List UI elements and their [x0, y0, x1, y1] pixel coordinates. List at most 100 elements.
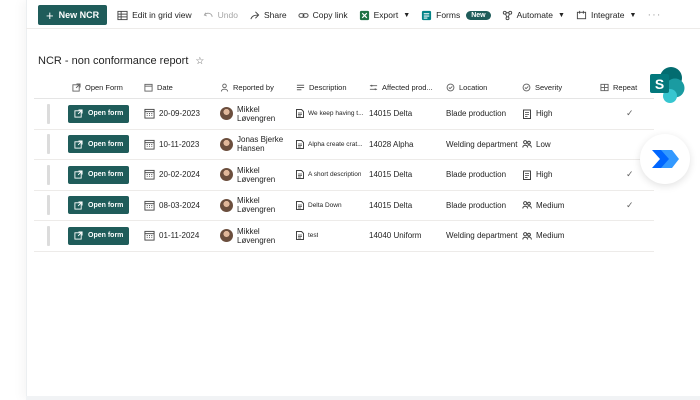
column-header-location[interactable]: Location	[446, 83, 522, 92]
description-value: Alpha create crat...	[308, 140, 363, 148]
row-selector-handle[interactable]	[46, 195, 50, 216]
affected-product-value: 14015 Delta	[369, 109, 413, 119]
forms-label: Forms	[436, 10, 461, 20]
export-button[interactable]: Export ▼	[359, 10, 411, 21]
rows-container: Open form 20-09-2023 Mikkel Løvengren We…	[34, 99, 654, 252]
open-form-label: Open form	[88, 110, 124, 118]
open-form-button[interactable]: Open form	[68, 104, 129, 123]
list-title: NCR - non conformance report	[38, 55, 189, 67]
more-options-button[interactable]: ···	[647, 9, 661, 21]
row-select[interactable]	[34, 195, 68, 216]
integrate-button[interactable]: Integrate ▼	[576, 10, 637, 21]
avatar	[220, 107, 233, 121]
row-select[interactable]	[34, 134, 68, 155]
column-label: Severity	[535, 83, 563, 92]
chevron-down-icon: ▼	[403, 11, 411, 19]
plus-icon: +	[46, 7, 54, 23]
ncr-list: Open Form Date Reported by Description A…	[34, 77, 654, 252]
table-row[interactable]: Open form 08-03-2024 Mikkel Løvengren De…	[34, 191, 654, 221]
severity-value: Medium	[536, 231, 565, 241]
document-icon	[296, 109, 304, 119]
row-select[interactable]	[34, 164, 68, 185]
open-form-cell: Open form	[68, 165, 144, 184]
open-form-button[interactable]: Open form	[68, 135, 129, 154]
excel-icon	[359, 10, 369, 20]
location-value: Blade production	[446, 170, 507, 180]
table-row[interactable]: Open form 10-11-2023 Jonas Bjerke Hansen…	[34, 130, 654, 160]
svg-text:S: S	[655, 76, 664, 92]
date-value: 20-09-2023	[159, 109, 200, 119]
table-row[interactable]: Open form 20-09-2023 Mikkel Løvengren We…	[34, 99, 654, 130]
affected-product-cell: 14015 Delta	[369, 201, 446, 210]
column-header-affected-product[interactable]: Affected prod...	[369, 83, 446, 92]
sharepoint-icon: S	[649, 66, 685, 104]
reporter-name[interactable]: Jonas Bjerke Hansen	[237, 135, 296, 153]
copy-link-button[interactable]: Copy link	[298, 10, 348, 21]
checkmark-icon: ✓	[626, 108, 634, 119]
reporter-name[interactable]: Mikkel Løvengren	[237, 166, 296, 184]
calendar-icon	[144, 139, 155, 150]
table-row[interactable]: Open form 20-02-2024 Mikkel Løvengren A …	[34, 160, 654, 191]
row-selector-handle[interactable]	[46, 225, 50, 246]
open-form-button[interactable]: Open form	[68, 165, 129, 184]
chevron-down-icon: ▼	[629, 11, 637, 19]
description-value: We keep having t...	[308, 110, 364, 118]
new-ncr-button[interactable]: + New NCR	[38, 5, 108, 25]
column-header-date[interactable]: Date	[144, 83, 220, 92]
toolbar-divider	[26, 28, 700, 29]
row-selector-handle[interactable]	[46, 103, 50, 124]
severity-cell: Medium	[522, 231, 600, 241]
people-icon	[522, 200, 532, 210]
severity-value: Medium	[536, 200, 565, 210]
power-automate-icon	[640, 134, 690, 184]
avatar	[220, 229, 233, 243]
forms-button[interactable]: Forms New	[421, 10, 491, 21]
automate-button[interactable]: Automate ▼	[502, 10, 565, 21]
reported-by-cell: Mikkel Løvengren	[220, 227, 296, 245]
edit-grid-button[interactable]: Edit in grid view	[117, 10, 192, 21]
description-cell: Delta Down	[296, 200, 369, 210]
affected-product-value: 14015 Delta	[369, 200, 413, 210]
location-cell: Blade production	[446, 170, 522, 179]
open-external-icon	[74, 109, 83, 118]
edit-grid-label: Edit in grid view	[132, 10, 192, 20]
reporter-name[interactable]: Mikkel Løvengren	[237, 227, 296, 245]
reporter-name[interactable]: Mikkel Løvengren	[237, 196, 296, 214]
severity-cell: Low	[522, 139, 600, 149]
column-header-severity[interactable]: Severity	[522, 83, 600, 92]
people-icon	[522, 139, 532, 149]
reported-by-cell: Jonas Bjerke Hansen	[220, 135, 296, 153]
favorite-star-icon[interactable]: ☆	[195, 56, 204, 67]
undo-button[interactable]: Undo	[203, 10, 238, 21]
document-icon	[296, 231, 304, 241]
location-value: Blade production	[446, 200, 507, 210]
column-header-description[interactable]: Description	[296, 83, 369, 92]
column-header-reported-by[interactable]: Reported by	[220, 83, 296, 92]
chevron-down-icon: ▼	[558, 11, 565, 19]
affected-product-cell: 14015 Delta	[369, 109, 446, 118]
reporter-name[interactable]: Mikkel Løvengren	[237, 105, 296, 123]
column-label: Date	[157, 83, 173, 92]
date-cell: 01-11-2024	[144, 230, 220, 241]
row-select[interactable]	[34, 103, 68, 124]
avatar	[220, 198, 233, 212]
row-selector-handle[interactable]	[46, 164, 50, 185]
open-form-label: Open form	[88, 201, 124, 209]
row-selector-handle[interactable]	[46, 134, 50, 155]
date-value: 08-03-2024	[159, 200, 200, 210]
open-form-button[interactable]: Open form	[68, 226, 129, 245]
open-form-button[interactable]: Open form	[68, 196, 129, 215]
undo-label: Undo	[217, 10, 238, 20]
calendar-icon	[144, 200, 155, 211]
location-cell: Blade production	[446, 201, 522, 210]
location-cell: Welding department	[446, 231, 522, 240]
open-form-cell: Open form	[68, 104, 144, 123]
location-value: Blade production	[446, 109, 507, 119]
row-select[interactable]	[34, 225, 68, 246]
severity-value: Low	[536, 139, 551, 149]
checkmark-icon: ✓	[626, 199, 634, 210]
column-header-open-form[interactable]: Open Form	[68, 83, 144, 92]
share-button[interactable]: Share	[249, 10, 287, 21]
column-header-repeat[interactable]: Repeat	[600, 83, 654, 92]
table-row[interactable]: Open form 01-11-2024 Mikkel Løvengren te…	[34, 221, 654, 252]
